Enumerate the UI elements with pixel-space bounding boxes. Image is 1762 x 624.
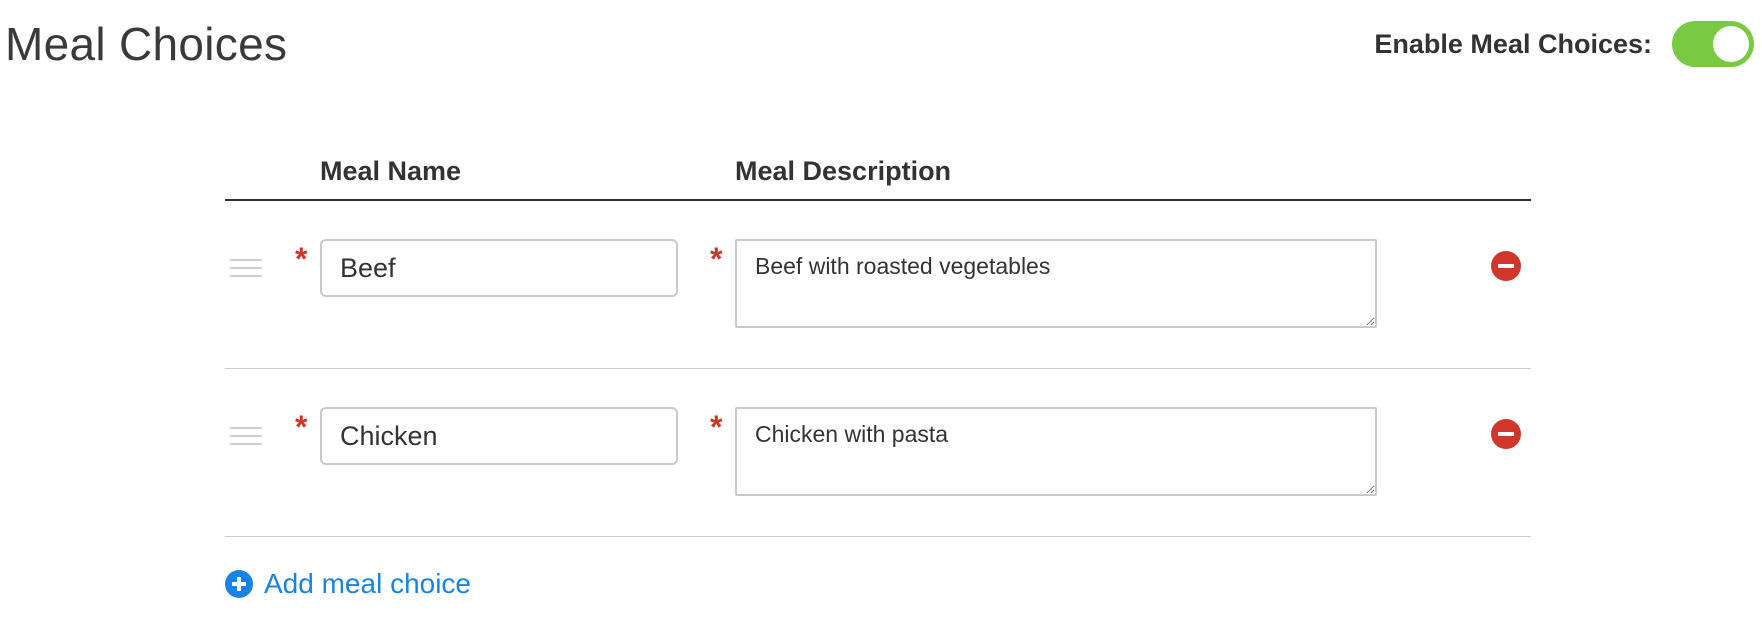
drag-handle-icon[interactable]: [230, 427, 262, 447]
page-title: Meal Choices: [5, 18, 288, 70]
meal-name-input[interactable]: [320, 239, 678, 297]
meal-row: * * Beef with roasted vegetables: [225, 201, 1531, 369]
enable-meal-choices: Enable Meal Choices:: [1374, 18, 1754, 70]
enable-meal-choices-toggle[interactable]: [1672, 21, 1754, 67]
meal-choices-table: Meal Name Meal Description * * Beef with…: [225, 150, 1531, 537]
meal-row: * * Chicken with pasta: [225, 369, 1531, 537]
toggle-knob: [1713, 26, 1749, 62]
column-header-meal-description: Meal Description: [735, 156, 952, 186]
enable-meal-choices-label: Enable Meal Choices:: [1374, 28, 1652, 59]
required-marker: *: [710, 409, 723, 445]
column-header-meal-name: Meal Name: [320, 156, 462, 186]
remove-meal-button[interactable]: [1491, 419, 1521, 449]
meal-name-input[interactable]: [320, 407, 678, 465]
required-marker: *: [295, 241, 308, 277]
meal-choices-page: Meal Choices Enable Meal Choices: Meal N…: [0, 0, 1762, 624]
meal-description-input[interactable]: Chicken with pasta: [735, 407, 1377, 496]
plus-circle-icon: [225, 570, 253, 598]
remove-meal-button[interactable]: [1491, 251, 1521, 281]
meal-description-input[interactable]: Beef with roasted vegetables: [735, 239, 1377, 328]
required-marker: *: [710, 241, 723, 277]
add-meal-choice-label: Add meal choice: [264, 568, 472, 599]
drag-handle-icon[interactable]: [230, 259, 262, 279]
add-meal-choice-button[interactable]: Add meal choice: [225, 568, 471, 600]
table-header: Meal Name Meal Description: [225, 150, 1531, 201]
required-marker: *: [295, 409, 308, 445]
